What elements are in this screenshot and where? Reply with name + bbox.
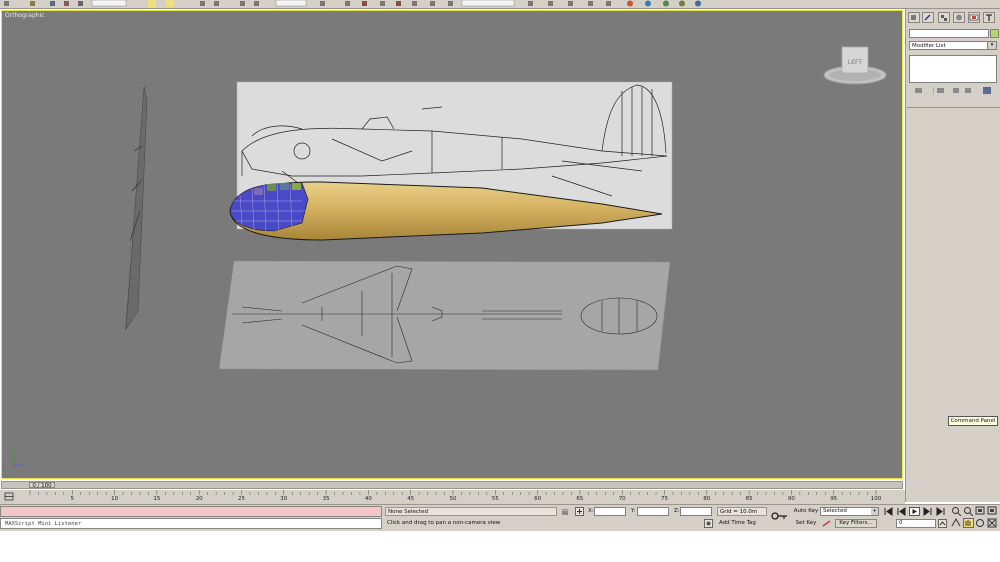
set-keys-icon[interactable] — [771, 511, 789, 521]
object-name-field[interactable] — [909, 29, 989, 38]
frame-tick-label: 55 — [491, 496, 499, 502]
frame-tick-label: 50 — [449, 496, 457, 502]
configure-sets-icon[interactable] — [983, 87, 991, 94]
key-filters-button[interactable]: Key Filters... — [835, 519, 877, 528]
frame-tick-label: 20 — [195, 496, 203, 502]
chevron-down-icon: ▾ — [871, 508, 878, 515]
key-mode-value: Selected — [823, 508, 847, 514]
frame-tick-label: 5 — [70, 496, 75, 502]
frame-tick-label: 25 — [238, 496, 245, 502]
frame-tick-label: 75 — [661, 496, 668, 502]
selection-lock-icon[interactable] — [561, 508, 569, 516]
time-config-icon[interactable] — [938, 519, 947, 528]
scene-canvas[interactable]: LEFT — [2, 11, 902, 478]
frame-tick-label: 90 — [787, 496, 795, 502]
y-coord-label: Y: — [631, 508, 636, 514]
toolbar-icons[interactable] — [0, 0, 1000, 8]
frame-tick-label: 80 — [703, 496, 711, 502]
frame-tick-label: 35 — [322, 496, 330, 502]
maxscript-output[interactable] — [0, 506, 382, 517]
orthographic-viewport[interactable]: Orthographic LEFT — [1, 10, 903, 479]
z-coord-field[interactable] — [680, 507, 712, 516]
command-panel-tooltip: Command Panel — [948, 416, 998, 426]
time-tag-icon[interactable] — [704, 519, 713, 528]
main-toolbar — [0, 0, 1000, 9]
key-filter-icon[interactable] — [821, 519, 832, 528]
pan-hand-icon[interactable] — [963, 518, 974, 528]
frame-tick-label: 65 — [576, 496, 584, 502]
frame-tick-label: 10 — [111, 496, 119, 502]
key-mode-dropdown[interactable]: Selected ▾ — [820, 507, 879, 516]
pin-stack-icon[interactable] — [915, 88, 922, 93]
set-key-button[interactable]: Set Key — [793, 519, 819, 528]
add-time-tag[interactable]: Add Time Tag — [717, 519, 769, 528]
modifier-list-dropdown[interactable]: Modifier List ▾ — [909, 41, 997, 50]
play-icon[interactable] — [909, 507, 920, 516]
panel-divider — [907, 107, 1000, 108]
curve-editor-icon[interactable] — [4, 492, 14, 501]
field-of-view-icon[interactable] — [951, 518, 962, 528]
frame-tick-label: 70 — [618, 496, 626, 502]
motion-tab-icon[interactable] — [953, 12, 965, 23]
remove-modifier-icon[interactable] — [965, 88, 971, 93]
front-reference-plane[interactable] — [125, 85, 148, 331]
show-end-result-icon[interactable] — [937, 88, 944, 93]
create-tab-icon[interactable] — [908, 12, 920, 23]
absolute-mode-icon[interactable] — [575, 507, 584, 516]
zoom-icon[interactable] — [951, 506, 962, 516]
frame-tick-label: 40 — [364, 496, 372, 502]
frame-tick-label: 85 — [745, 496, 753, 502]
frame-tick-label: 15 — [153, 496, 161, 502]
top-blueprint-plane[interactable] — [218, 260, 671, 371]
time-slider[interactable]: 0 / 100 — [1, 481, 903, 489]
command-panel: Modifier List ▾ — [905, 9, 1000, 502]
current-frame-field[interactable]: 0 — [896, 519, 936, 528]
x-coord-field[interactable] — [594, 507, 626, 516]
auto-key-button[interactable]: Auto Key — [793, 507, 819, 516]
modify-tab-icon[interactable] — [922, 12, 934, 23]
next-frame-icon[interactable] — [922, 507, 933, 516]
status-bar: MAXScript Mini Listener None Selected X:… — [0, 504, 1000, 531]
object-color-swatch[interactable] — [990, 29, 999, 38]
z-coord-label: Z: — [674, 508, 680, 514]
previous-frame-icon[interactable] — [896, 507, 907, 516]
modifier-stack[interactable] — [909, 55, 997, 83]
make-unique-icon[interactable] — [953, 88, 959, 93]
display-tab-icon[interactable] — [968, 12, 980, 23]
viewcube[interactable]: LEFT — [823, 46, 887, 85]
frame-tick-label: 60 — [534, 496, 542, 502]
frame-tick-label: 100 — [870, 496, 882, 502]
maximize-viewport-icon[interactable] — [987, 518, 998, 528]
track-bar[interactable]: 5 10 15 20 25 30 35 40 45 50 55 60 65 70 75 80 85 90 95 100 — [0, 490, 905, 504]
goto-start-icon[interactable] — [883, 507, 894, 516]
prompt-line: Click and drag to pan a non-camera view — [387, 520, 501, 526]
zoom-extents-icon[interactable] — [975, 506, 986, 516]
zoom-all-icon[interactable] — [963, 506, 974, 516]
modifier-stack-tools — [915, 87, 991, 94]
frame-tick-label: 95 — [830, 496, 838, 502]
chevron-down-icon: ▾ — [987, 42, 996, 49]
time-slider-thumb[interactable]: 0 / 100 — [29, 482, 55, 489]
axis-tripod-icon — [11, 449, 22, 468]
frame-tick-label: 45 — [407, 496, 415, 502]
grid-size: Grid = 10.0m — [717, 507, 767, 516]
x-coord-label: X: — [588, 508, 594, 514]
utilities-tab-icon[interactable] — [983, 12, 995, 23]
frame-tick-label: 30 — [280, 496, 288, 502]
modifier-list-label: Modifier List — [912, 43, 946, 49]
hierarchy-tab-icon[interactable] — [938, 12, 950, 23]
maxscript-listener-input[interactable]: MAXScript Mini Listener — [0, 518, 382, 529]
frame-ruler[interactable]: 5 10 15 20 25 30 35 40 45 50 55 60 65 70 75 80 85 90 95 100 — [28, 490, 882, 504]
goto-end-icon[interactable] — [935, 507, 946, 516]
orbit-icon[interactable] — [975, 518, 986, 528]
viewcube-face-label[interactable]: LEFT — [848, 59, 862, 66]
y-coord-field[interactable] — [637, 507, 669, 516]
zoom-extents-all-icon[interactable] — [987, 506, 998, 516]
selection-status: None Selected — [385, 507, 557, 516]
